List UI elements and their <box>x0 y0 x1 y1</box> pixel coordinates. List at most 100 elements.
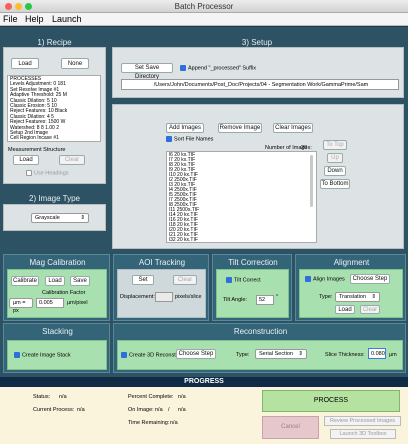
align-clear-button[interactable]: Clear <box>360 305 380 314</box>
slice-thickness-field[interactable]: 0.080 <box>368 348 386 359</box>
percent-complete-label: Percent Complete: <box>128 394 174 400</box>
align-type-select[interactable]: Translation ⇕ <box>335 292 380 302</box>
alignment-panel: Alignment Align Images Choose Step Type:… <box>295 254 406 321</box>
aoi-tracking-panel: AOI Tracking Set Clear Displacement: pix… <box>113 254 209 321</box>
mag-calibration-box: Calibrate Load Save Calibration Factor µ… <box>7 269 107 318</box>
recipe-none-button[interactable]: None <box>61 58 89 69</box>
reconstruction-title: Reconstruction <box>233 327 288 336</box>
chevron-updown-icon: ⇕ <box>371 294 376 300</box>
list-scrollbar[interactable] <box>310 155 313 207</box>
add-images-button[interactable]: Add Images <box>166 123 204 133</box>
up-button[interactable]: Up <box>327 153 343 163</box>
clear-images-button[interactable]: Clear Images <box>273 123 313 133</box>
slice-thickness-unit: µm <box>389 352 397 358</box>
recipe-load-button[interactable]: Load <box>11 58 39 69</box>
stacking-panel: Stacking Create Image Stack <box>3 323 110 373</box>
window-title: Batch Processor <box>174 2 234 11</box>
process-button[interactable]: PROCESS <box>262 390 400 412</box>
chevron-updown-icon: ⇕ <box>298 351 303 357</box>
to-bottom-button[interactable]: To Bottom <box>320 179 350 189</box>
percent-complete-value: n/a <box>178 394 186 400</box>
review-processed-images-button[interactable]: Review Processed Images <box>324 416 401 426</box>
displacement-label: Displacement: <box>120 294 155 300</box>
align-load-button[interactable]: Load <box>335 305 355 314</box>
recon-choose-step-button[interactable]: Choose Step <box>176 349 216 359</box>
alignment-box: Align Images Choose Step Type: Translati… <box>299 269 403 318</box>
status-label: Status: <box>33 394 51 400</box>
measurement-structure-label: Measurement Structure <box>8 147 66 153</box>
recon-type-label: Type: <box>236 352 250 358</box>
aoi-tracking-title: AOI Tracking <box>138 258 186 267</box>
time-remaining-value: n/a <box>170 420 178 426</box>
sort-file-names-checkbox[interactable]: Sort File Names <box>166 136 213 142</box>
set-save-directory-button[interactable]: Set Save Directory <box>121 63 173 80</box>
window-titlebar: Batch Processor <box>0 0 408 13</box>
setup-top-panel: Set Save Directory Append "_processed" S… <box>112 47 404 98</box>
reconstruction-box: Create 3D Reconstruction Choose Step Typ… <box>117 340 403 370</box>
menu-help[interactable]: Help <box>25 14 44 24</box>
list-item[interactable]: l32 20 kx.TIF <box>169 238 314 243</box>
current-process-value: n/a <box>77 407 85 413</box>
alignment-title: Alignment <box>333 258 370 267</box>
aoi-set-button[interactable]: Set <box>132 275 154 285</box>
tilt-angle-label: Tilt Angle: <box>223 297 247 303</box>
use-headings-checkbox[interactable]: Use Headings <box>26 170 69 176</box>
total-images-value: n/a <box>178 407 186 413</box>
displacement-unit-label: pixels/slice <box>175 294 202 300</box>
stacking-box: Create Image Stack <box>7 340 107 370</box>
mag-load-button[interactable]: Load <box>45 276 65 286</box>
stacking-title: Stacking <box>42 327 73 336</box>
cancel-button[interactable]: Cancel <box>262 416 319 439</box>
align-type-label: Type: <box>319 294 333 300</box>
progress-panel: Status: n/a Current Process: n/a Percent… <box>0 387 408 444</box>
displacement-field[interactable] <box>155 292 173 302</box>
align-images-checkbox[interactable]: Align Images <box>305 276 345 282</box>
tilt-correction-box: Tilt Correct Tilt Angle: 52 ° <box>216 269 289 318</box>
progress-title: PROGRESS <box>184 378 224 385</box>
on-image-value: n/a <box>155 407 163 413</box>
image-type-header: 2) Image Type <box>29 194 80 203</box>
measurement-load-button[interactable]: Load <box>13 155 39 165</box>
aoi-tracking-box: Set Clear Displacement: pixels/slice <box>117 269 206 318</box>
setup-images-panel: Add Images Remove Image Clear Images Sor… <box>112 104 404 249</box>
slice-thickness-label: Slice Thickness: <box>325 352 365 358</box>
recipe-header: 1) Recipe <box>37 38 72 47</box>
down-button[interactable]: Down <box>324 166 346 176</box>
tilt-correction-title: Tilt Correction <box>228 258 278 267</box>
launch-3d-toolbox-button[interactable]: Launch 3D Toolbox <box>330 429 396 439</box>
menu-bar: File Help Launch <box>0 13 408 26</box>
calibration-factor-field[interactable]: 0.005 <box>36 298 64 308</box>
recipe-list[interactable]: PROCESSES Levels Adjustment: 0 181 Set R… <box>7 75 101 142</box>
calibration-factor-label: Calibration Factor <box>42 290 86 296</box>
image-type-panel: Grayscale ⇕ <box>3 204 106 231</box>
image-file-list[interactable]: l6 20 kx.TIF l7 20 kx.TIF l8 20 kx.TIF l… <box>166 151 317 243</box>
menu-file[interactable]: File <box>3 14 18 24</box>
setup-header: 3) Setup <box>241 38 273 47</box>
remove-image-button[interactable]: Remove Image <box>218 123 262 133</box>
on-image-label: On Image: <box>128 407 154 413</box>
image-type-select[interactable]: Grayscale ⇕ <box>31 213 89 223</box>
time-remaining-label: Time Remaining: <box>128 420 170 426</box>
to-top-button[interactable]: To Top <box>323 140 347 150</box>
menu-launch[interactable]: Launch <box>52 14 82 24</box>
aoi-clear-button[interactable]: Clear <box>173 275 197 285</box>
align-choose-step-button[interactable]: Choose Step <box>350 274 390 284</box>
status-value: n/a <box>59 394 67 400</box>
measurement-clear-button[interactable]: Clear <box>59 155 85 165</box>
save-directory-path: /Users/John/Documents/Post_Doc/Projects/… <box>121 79 399 90</box>
calibration-unit-label: µm/pixel <box>67 300 88 306</box>
tilt-correction-panel: Tilt Correction Tilt Correct Tilt Angle:… <box>212 254 292 321</box>
mag-save-button[interactable]: Save <box>70 276 90 286</box>
progress-header-bar: PROGRESS <box>0 377 408 387</box>
mag-calibration-title: Mag Calibration <box>29 258 86 267</box>
recon-type-select[interactable]: Serial Section ⇕ <box>255 349 307 359</box>
tilt-angle-field[interactable]: 52 <box>256 295 274 305</box>
chevron-updown-icon: ⇕ <box>80 215 85 221</box>
calibrate-button[interactable]: Calibrate <box>11 276 39 286</box>
mag-calibration-panel: Mag Calibration Calibrate Load Save Cali… <box>3 254 110 321</box>
reconstruction-panel: Reconstruction Create 3D Reconstruction … <box>113 323 406 373</box>
unit-select[interactable]: µm = px <box>9 298 33 314</box>
tilt-correct-checkbox[interactable]: Tilt Correct <box>226 277 261 283</box>
append-suffix-checkbox[interactable]: Append "_processed" Suffix <box>180 65 256 71</box>
create-image-stack-checkbox[interactable]: Create Image Stack <box>14 352 71 358</box>
